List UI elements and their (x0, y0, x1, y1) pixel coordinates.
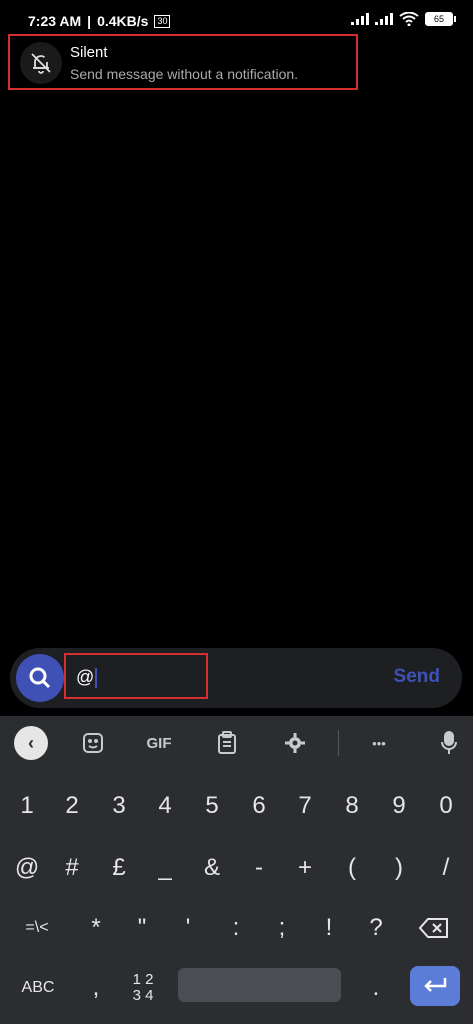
key[interactable]: 3 (97, 784, 141, 828)
key[interactable]: 7 (283, 784, 327, 828)
key[interactable]: ) (377, 846, 421, 890)
message-input[interactable]: @ (64, 653, 208, 699)
keyboard-toolbar: ‹ GIF ••• (0, 716, 473, 770)
message-input-value: @ (76, 667, 98, 689)
key[interactable]: ! (307, 906, 351, 950)
key[interactable]: 6 (237, 784, 281, 828)
backspace-icon (418, 918, 448, 938)
key[interactable]: - (237, 846, 281, 890)
keyboard-row-bottom: ABC , 1 2 3 4 . (0, 966, 473, 1010)
key[interactable]: " (120, 906, 164, 950)
key[interactable]: + (283, 846, 327, 890)
key[interactable]: * (74, 906, 118, 950)
key[interactable]: @ (5, 846, 49, 890)
more-options-button[interactable]: ••• (362, 728, 396, 758)
space-key[interactable] (178, 968, 341, 1002)
network-speed: 0.4KB/s (97, 13, 149, 29)
keyboard-row-punctuation: =\< * " ' : ; ! ? (0, 906, 473, 950)
search-button[interactable] (16, 654, 64, 702)
key[interactable]: & (190, 846, 234, 890)
key[interactable]: 5 (190, 784, 234, 828)
send-button[interactable]: Send (394, 666, 440, 688)
key[interactable]: : (214, 906, 258, 950)
suggestion-title: Silent (70, 44, 108, 61)
numpad-key-label: 1 2 3 4 (132, 971, 154, 1004)
key[interactable]: 9 (377, 784, 421, 828)
status-left: 7:23 AM | 0.4KB/s 30 (28, 13, 171, 29)
abc-key[interactable]: ABC (10, 966, 66, 1010)
network-badge: 30 (154, 14, 171, 28)
bell-off-icon (20, 42, 62, 84)
signal-icon-2 (375, 13, 393, 25)
comma-key[interactable]: , (74, 966, 118, 1010)
wifi-icon (399, 12, 419, 26)
status-time: 7:23 AM (28, 13, 82, 29)
status-right: 65 (351, 12, 456, 26)
signal-icon (351, 13, 369, 25)
backspace-key[interactable] (408, 906, 460, 950)
key[interactable]: 1 (5, 784, 49, 828)
keyboard: ‹ GIF ••• 1 2 3 4 5 6 7 8 9 0 @ # £ _ & … (0, 716, 473, 1024)
sticker-icon[interactable] (76, 728, 110, 758)
battery-indicator: 65 (425, 12, 456, 26)
toolbar-divider (338, 730, 339, 756)
status-separator: | (87, 13, 92, 29)
key[interactable]: ' (166, 906, 210, 950)
clipboard-icon[interactable] (210, 728, 244, 758)
key[interactable]: / (424, 846, 468, 890)
key[interactable]: 2 (50, 784, 94, 828)
key[interactable]: ; (260, 906, 304, 950)
key[interactable]: # (50, 846, 94, 890)
key[interactable]: ? (354, 906, 398, 950)
key[interactable]: ( (330, 846, 374, 890)
gif-button[interactable]: GIF (142, 728, 176, 758)
key[interactable]: 8 (330, 784, 374, 828)
suggestion-description: Send message without a notification. (70, 66, 299, 82)
key[interactable]: 0 (424, 784, 468, 828)
numpad-key[interactable]: 1 2 3 4 (120, 966, 166, 1010)
microphone-icon[interactable] (432, 728, 466, 758)
text-caret (95, 668, 98, 689)
keyboard-row-numbers: 1 2 3 4 5 6 7 8 9 0 (0, 784, 473, 828)
enter-key[interactable] (410, 966, 460, 1006)
silent-suggestion[interactable]: Silent Send message without a notificati… (8, 34, 358, 90)
key[interactable]: 4 (143, 784, 187, 828)
enter-icon (424, 978, 447, 992)
key[interactable]: £ (97, 846, 141, 890)
settings-gear-icon[interactable] (278, 728, 312, 758)
message-composer: @ Send (10, 648, 462, 708)
search-icon (29, 667, 51, 689)
key[interactable]: _ (143, 846, 187, 890)
key-more-symbols[interactable]: =\< (10, 906, 64, 950)
period-key[interactable]: . (354, 966, 398, 1010)
keyboard-row-symbols: @ # £ _ & - + ( ) / (0, 846, 473, 890)
keyboard-back-button[interactable]: ‹ (14, 726, 48, 760)
